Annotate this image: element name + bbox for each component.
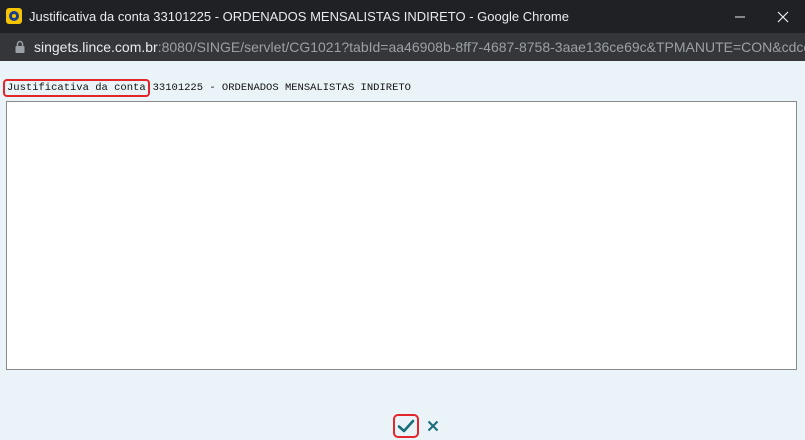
window-title: Justificativa da conta 33101225 - ORDENA… [29, 9, 569, 24]
label-account-description: 33101225 - ORDENADOS MENSALISTAS INDIRET… [152, 82, 411, 94]
minimize-button[interactable] [718, 0, 762, 33]
confirm-button[interactable] [393, 414, 419, 438]
address-bar[interactable]: singets.lince.com.br:8080/SINGE/servlet/… [0, 33, 805, 61]
close-icon [777, 11, 789, 22]
window-titlebar: Justificativa da conta 33101225 - ORDENA… [0, 0, 805, 33]
label-justification-highlight: Justificativa da conta [3, 79, 150, 97]
url-host: singets.lince.com.br [34, 39, 158, 55]
account-label: Justificativa da conta 33101225 - ORDENA… [3, 79, 411, 97]
app-logo-icon [6, 8, 22, 24]
url-text[interactable]: singets.lince.com.br:8080/SINGE/servlet/… [34, 39, 805, 55]
check-icon [397, 419, 415, 433]
justification-textarea[interactable] [6, 101, 797, 370]
close-window-button[interactable] [761, 0, 805, 33]
page-content: Justificativa da conta 33101225 - ORDENA… [0, 61, 805, 440]
minimize-icon [735, 16, 745, 17]
lock-icon [15, 40, 25, 53]
cancel-button[interactable] [424, 417, 442, 435]
url-path: :8080/SINGE/servlet/CG1021?tabId=aa46908… [157, 39, 805, 55]
close-x-icon [427, 420, 439, 432]
